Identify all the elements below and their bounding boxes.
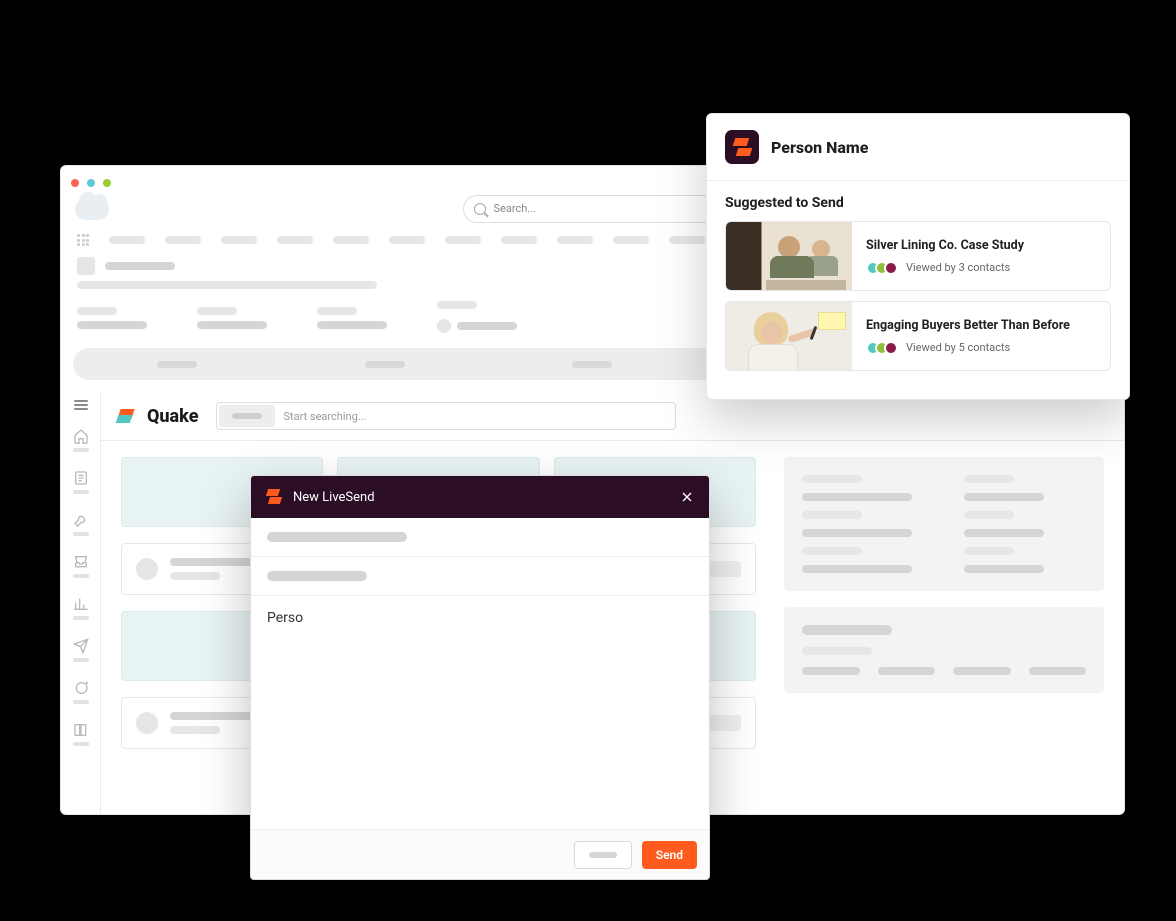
wrench-icon <box>73 512 89 528</box>
suggestion-meta: Viewed by 3 contacts <box>866 261 1096 275</box>
menu-icon <box>74 400 88 410</box>
modal-recipient-row[interactable] <box>251 518 709 557</box>
sidebar-item-tools[interactable] <box>73 512 89 536</box>
info-panel <box>784 607 1104 693</box>
note-icon <box>73 470 89 486</box>
suggestion-item[interactable]: Silver Lining Co. Case Study Viewed by 3… <box>725 221 1111 291</box>
record-label <box>105 262 175 270</box>
person-name: Person Name <box>771 138 868 157</box>
sidebar-item-notes[interactable] <box>73 470 89 494</box>
quake-sidebar <box>61 392 101 815</box>
search-placeholder: Search... <box>494 202 537 215</box>
chat-icon <box>73 680 89 696</box>
sidebar-item-analytics[interactable] <box>73 596 89 620</box>
paper-plane-icon <box>73 638 89 654</box>
suggestion-meta-text: Viewed by 5 contacts <box>906 341 1010 354</box>
nav-item[interactable] <box>333 236 369 244</box>
suggestion-title: Silver Lining Co. Case Study <box>866 238 1096 253</box>
sidebar-toggle[interactable] <box>74 400 88 410</box>
content-thumbnail <box>726 222 852 290</box>
cloud-logo-icon <box>75 198 109 220</box>
suggestion-meta: Viewed by 5 contacts <box>866 341 1096 355</box>
quake-brand-text: Quake <box>147 406 198 427</box>
nav-item[interactable] <box>389 236 425 244</box>
stage-step[interactable] <box>281 348 489 380</box>
secondary-button[interactable] <box>574 841 632 869</box>
stage-step[interactable] <box>73 348 281 380</box>
app-badge-icon <box>725 130 759 164</box>
compose-text: Perso <box>267 610 303 626</box>
nav-item[interactable] <box>445 236 481 244</box>
app-launcher-icon[interactable] <box>77 234 89 246</box>
stage-step[interactable] <box>489 348 697 380</box>
suggestion-item[interactable]: Engaging Buyers Better Than Before Viewe… <box>725 301 1111 371</box>
sidebar-item-home[interactable] <box>73 428 89 452</box>
search-icon <box>474 203 486 215</box>
nav-item[interactable] <box>109 236 145 244</box>
contact-avatars-icon <box>866 261 898 275</box>
content-thumbnail <box>726 302 852 370</box>
suggestion-meta-text: Viewed by 3 contacts <box>906 261 1010 274</box>
quake-search-placeholder: Start searching... <box>283 410 366 423</box>
close-icon[interactable] <box>679 489 695 505</box>
nav-item[interactable] <box>501 236 537 244</box>
send-button[interactable]: Send <box>642 841 697 869</box>
record-title <box>77 281 377 289</box>
modal-subject-row[interactable] <box>251 557 709 596</box>
window-close-dot[interactable] <box>71 179 79 187</box>
nav-item[interactable] <box>277 236 313 244</box>
modal-title: New LiveSend <box>293 490 375 505</box>
sidebar-item-send[interactable] <box>73 638 89 662</box>
avatar <box>136 712 158 734</box>
card-header: Person Name <box>707 114 1129 181</box>
nav-item[interactable] <box>221 236 257 244</box>
avatar <box>136 558 158 580</box>
nav-item[interactable] <box>557 236 593 244</box>
nav-item[interactable] <box>165 236 201 244</box>
nav-item[interactable] <box>613 236 649 244</box>
modal-footer: Send <box>251 829 709 879</box>
record-type-icon <box>77 257 95 275</box>
info-panel <box>784 457 1104 591</box>
modal-header: New LiveSend <box>251 476 709 518</box>
nav-item[interactable] <box>669 236 705 244</box>
library-icon <box>73 722 89 738</box>
modal-body[interactable]: Perso <box>251 596 709 829</box>
inbox-icon <box>73 554 89 570</box>
search-filter-button[interactable] <box>219 405 275 427</box>
section-title: Suggested to Send <box>707 181 1129 221</box>
contact-avatars-icon <box>866 341 898 355</box>
sidebar-item-inbox[interactable] <box>73 554 89 578</box>
person-suggestion-card: Person Name Suggested to Send Silver Lin… <box>706 113 1130 400</box>
quake-mark-icon <box>117 407 141 425</box>
quake-logo: Quake <box>117 406 198 427</box>
window-min-dot[interactable] <box>87 179 95 187</box>
quake-search[interactable]: Start searching... <box>216 402 676 430</box>
home-icon <box>73 428 89 444</box>
new-livesend-modal: New LiveSend Perso Send <box>250 475 710 880</box>
bar-chart-icon <box>73 596 89 612</box>
sidebar-item-library[interactable] <box>73 722 89 746</box>
right-column <box>784 457 1104 749</box>
app-mark-icon <box>265 488 283 506</box>
window-max-dot[interactable] <box>103 179 111 187</box>
sidebar-item-chat[interactable] <box>73 680 89 704</box>
suggestion-title: Engaging Buyers Better Than Before <box>866 318 1096 333</box>
